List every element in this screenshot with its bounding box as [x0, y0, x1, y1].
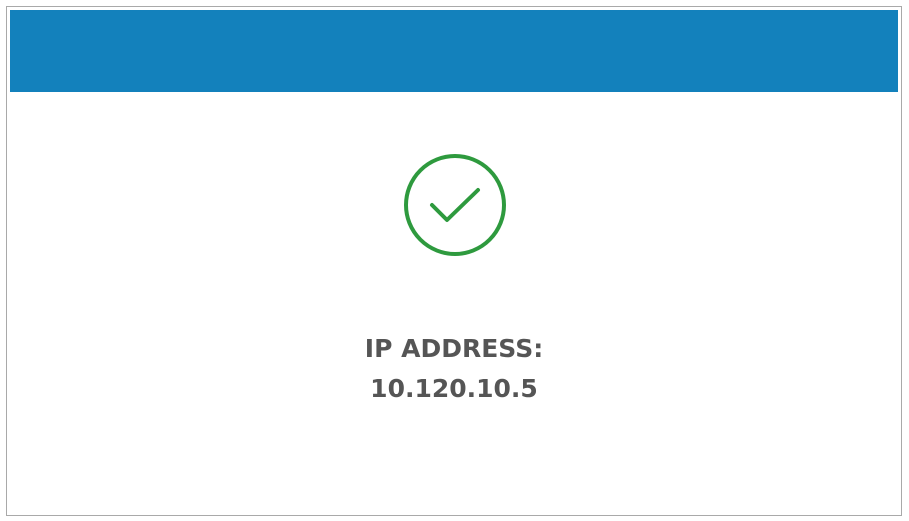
ip-info: IP ADDRESS: 10.120.10.5	[7, 329, 901, 409]
status-panel: IP ADDRESS: 10.120.10.5	[6, 6, 902, 516]
check-circle-icon	[402, 152, 508, 258]
ip-address-label: IP ADDRESS:	[364, 334, 544, 363]
check-circle-ring	[404, 154, 506, 256]
check-mark	[430, 188, 480, 222]
header-bar	[10, 10, 898, 92]
ip-address-value: 10.120.10.5	[370, 374, 538, 403]
